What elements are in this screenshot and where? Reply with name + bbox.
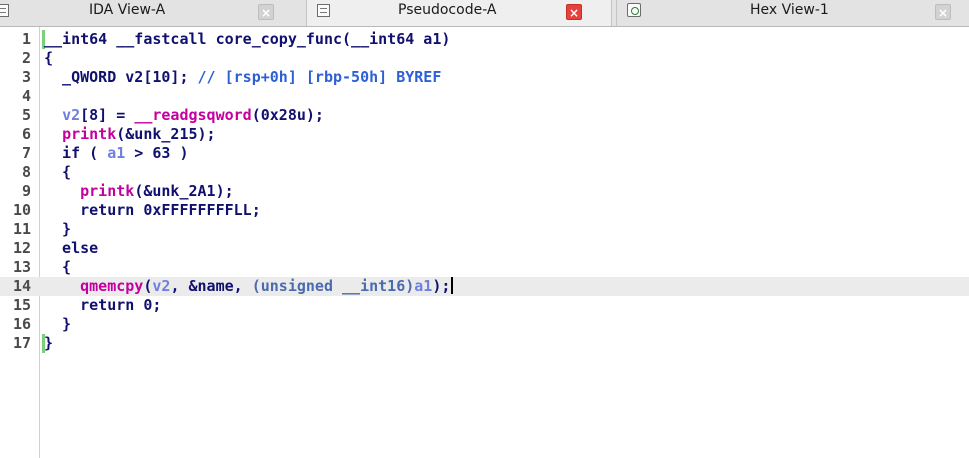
code-token: , &name, (170, 277, 252, 295)
code-line[interactable]: 17} (0, 334, 969, 353)
code-token: qmemcpy (80, 277, 144, 295)
code-line[interactable]: 2{ (0, 49, 969, 68)
code-token: _QWORD v2[10]; (44, 68, 198, 86)
code-text: v2[8] = __readgsqword(0x28u); (44, 106, 324, 125)
code-token: return 0; (44, 296, 162, 314)
text-cursor (451, 277, 454, 294)
code-token: { (44, 49, 54, 67)
code-line[interactable]: 13 { (0, 258, 969, 277)
line-number: 1 (21, 30, 31, 48)
code-token: ); (432, 277, 451, 295)
code-line[interactable]: 10 return 0xFFFFFFFFLL; (0, 201, 969, 220)
document-icon (317, 4, 330, 17)
line-number: 9 (21, 182, 31, 200)
code-line[interactable]: 11 } (0, 220, 969, 239)
code-token: (&unk_2A1); (134, 182, 234, 200)
code-line[interactable]: 12 else (0, 239, 969, 258)
code-token: > 63 ) (125, 144, 189, 162)
close-icon[interactable]: × (566, 4, 582, 20)
code-text: _QWORD v2[10]; // [rsp+0h] [rbp-50h] BYR… (44, 68, 441, 87)
code-text: { (44, 49, 53, 68)
tab-label: Hex View-1 (750, 2, 829, 18)
code-token: { (44, 163, 72, 181)
code-token: } (44, 220, 72, 238)
code-token: v2 (62, 106, 81, 124)
code-text: } (44, 334, 53, 353)
code-line[interactable]: 16 } (0, 315, 969, 334)
code-text: printk(&unk_215); (44, 125, 216, 144)
tab-ida-view-a[interactable]: IDA View-A × (0, 0, 298, 26)
close-icon[interactable]: × (935, 4, 951, 20)
line-number: 10 (12, 201, 31, 219)
code-token: // [rsp+0h] [rbp-50h] BYREF (197, 68, 442, 86)
code-line[interactable]: 3 _QWORD v2[10]; // [rsp+0h] [rbp-50h] B… (0, 68, 969, 87)
tab-hex-view-1[interactable]: Hex View-1 × (616, 0, 969, 26)
code-token: return 0xFFFFFFFFLL; (44, 201, 261, 219)
line-number: 4 (21, 87, 31, 105)
code-token: { (44, 258, 72, 276)
code-token: } (44, 315, 72, 333)
tab-label: IDA View-A (89, 2, 166, 18)
code-text: qmemcpy(v2, &name, (unsigned __int16)a1)… (44, 277, 454, 296)
code-token: (0x28u); (251, 106, 324, 124)
line-number: 16 (12, 315, 31, 333)
close-icon[interactable]: × (258, 4, 274, 20)
code-text: } (44, 220, 71, 239)
code-line[interactable]: 5 v2[8] = __readgsqword(0x28u); (0, 106, 969, 125)
code-line[interactable]: 6 printk(&unk_215); (0, 125, 969, 144)
line-number: 13 (12, 258, 31, 276)
code-text: return 0xFFFFFFFFLL; (44, 201, 261, 220)
code-text: return 0; (44, 296, 161, 315)
pseudocode-editor[interactable]: 1 __int64 __fastcall core_copy_func(__int… (0, 27, 969, 458)
code-line[interactable]: 8 { (0, 163, 969, 182)
code-line[interactable]: 15 return 0; (0, 296, 969, 315)
line-number: 11 (12, 220, 31, 238)
code-line[interactable]: 7 if ( a1 > 63 ) (0, 144, 969, 163)
code-token: (&unk_215); (116, 125, 216, 143)
code-text: else (44, 239, 98, 258)
code-token: if ( (44, 144, 108, 162)
line-number: 12 (12, 239, 31, 257)
line-number: 17 (12, 334, 31, 352)
line-number: 2 (21, 49, 31, 67)
line-number: 15 (12, 296, 31, 314)
line-number: 14 (12, 277, 31, 295)
code-token: } (44, 334, 54, 352)
code-token: __readgsqword (134, 106, 252, 124)
line-number: 3 (21, 68, 31, 86)
line-number: 5 (21, 106, 31, 124)
code-text: } (44, 315, 71, 334)
code-token: [8] = (80, 106, 135, 124)
code-text: if ( a1 > 63 ) (44, 144, 189, 163)
code-text: { (44, 163, 71, 182)
code-token: printk (80, 182, 135, 200)
code-token: v2 (152, 277, 171, 295)
document-icon (0, 4, 9, 17)
code-token: printk (62, 125, 117, 143)
line-number: 7 (21, 144, 31, 162)
tab-label: Pseudocode-A (398, 2, 497, 18)
code-line[interactable]: 9 printk(&unk_2A1); (0, 182, 969, 201)
code-text: printk(&unk_2A1); (44, 182, 234, 201)
code-token: a1 (414, 277, 433, 295)
code-line[interactable]: 1 __int64 __fastcall core_copy_func(__int… (0, 30, 969, 49)
line-number: 8 (21, 163, 31, 181)
code-token: a1 (107, 144, 126, 162)
code-line[interactable]: 14 qmemcpy(v2, &name, (unsigned __int16)… (0, 277, 969, 296)
code-text: __int64 __fastcall core_copy_func(__int6… (44, 30, 450, 49)
tab-bar: IDA View-A × Pseudocode-A × Hex View-1 × (0, 0, 969, 27)
code-token: else (44, 239, 99, 257)
code-line[interactable]: 4 (0, 87, 969, 106)
tab-pseudocode-a[interactable]: Pseudocode-A × (306, 0, 612, 26)
line-number: 6 (21, 125, 31, 143)
code-text: { (44, 258, 71, 277)
hex-icon (627, 3, 641, 17)
code-token: __int64 __fastcall core_copy_func(__int6… (44, 30, 451, 48)
code-token: (unsigned __int16) (251, 277, 415, 295)
